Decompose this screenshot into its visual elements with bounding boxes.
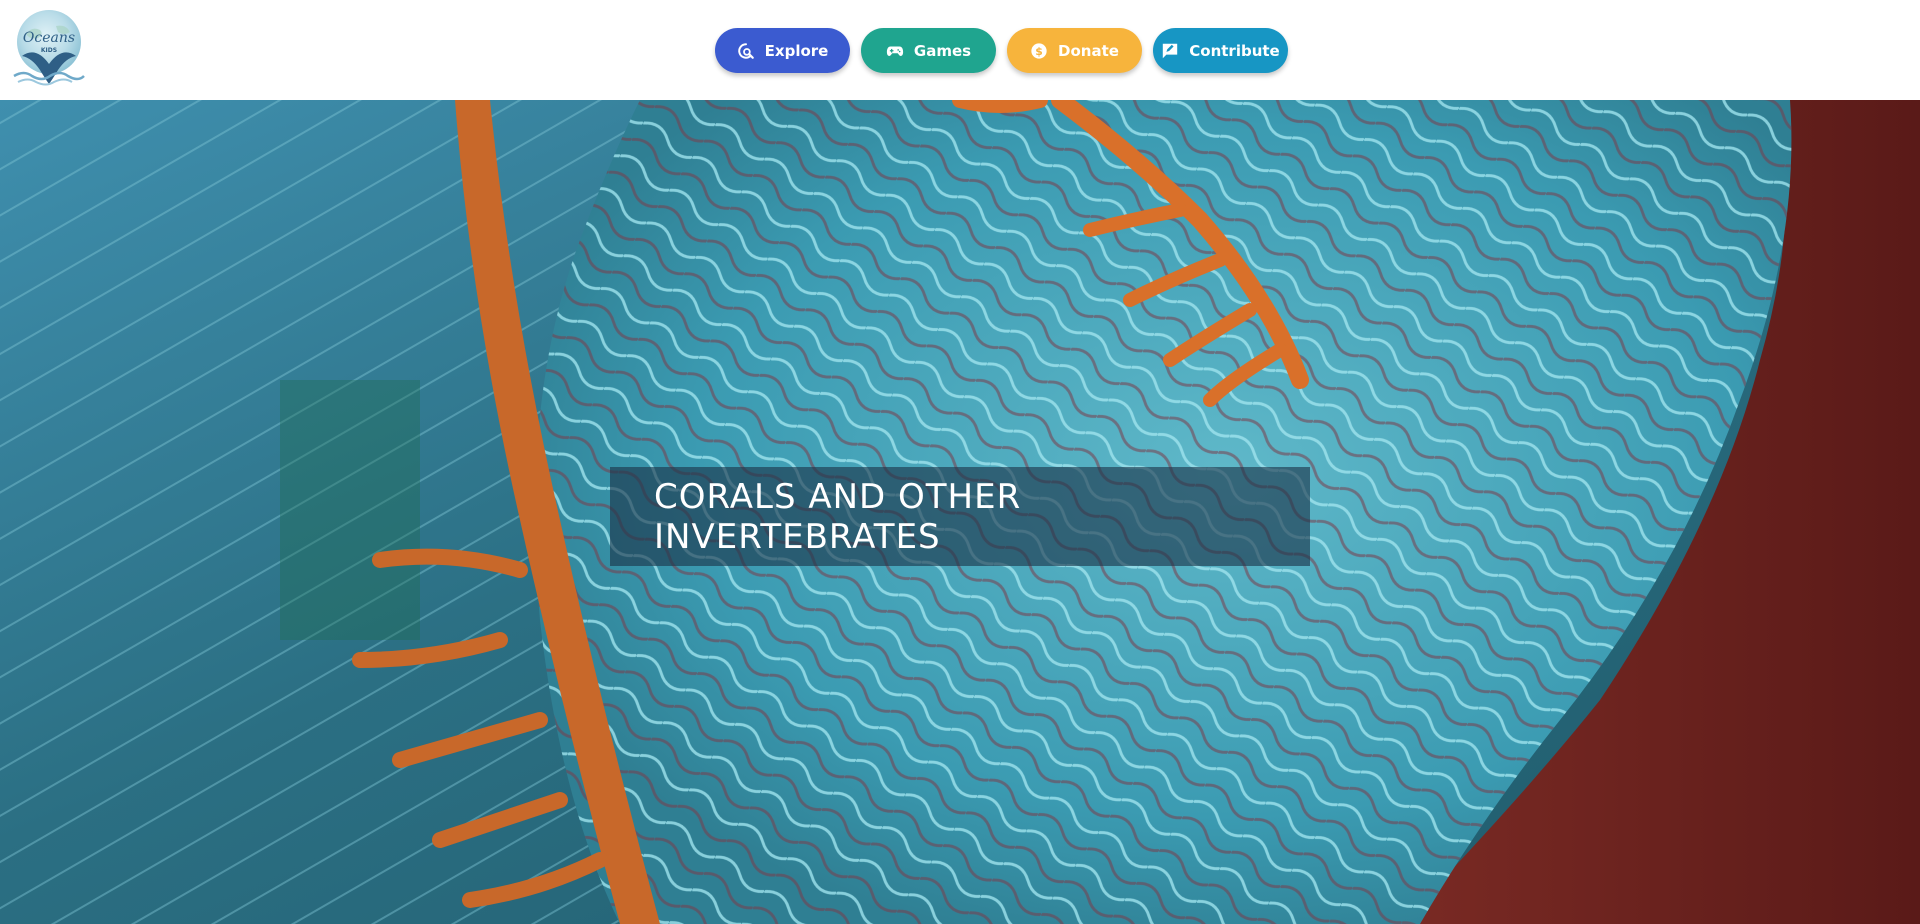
site-header: Oceans KIDS Explore Games $ Donate Contr… xyxy=(0,0,1920,100)
site-logo[interactable]: Oceans KIDS xyxy=(8,6,90,88)
contribute-button[interactable]: Contribute xyxy=(1153,28,1288,73)
explore-search-icon xyxy=(737,42,754,59)
logo-brand-sub: KIDS xyxy=(41,47,57,54)
dollar-coin-icon: $ xyxy=(1031,42,1047,59)
games-button[interactable]: Games xyxy=(861,28,996,73)
contribute-button-label: Contribute xyxy=(1189,41,1280,60)
donate-button-label: Donate xyxy=(1058,41,1119,60)
games-button-label: Games xyxy=(913,41,972,60)
hero-title-box: CORALS AND OTHER INVERTEBRATES xyxy=(610,467,1310,566)
main-nav: Explore Games $ Donate Contribute xyxy=(715,28,1288,73)
donate-button[interactable]: $ Donate xyxy=(1007,28,1142,73)
hero-banner: CORALS AND OTHER INVERTEBRATES xyxy=(0,100,1920,924)
svg-text:$: $ xyxy=(1035,45,1043,58)
hero-title: CORALS AND OTHER INVERTEBRATES xyxy=(654,476,1022,557)
gamepad-icon xyxy=(886,46,904,56)
explore-button-label: Explore xyxy=(764,41,829,60)
chat-edit-icon xyxy=(1163,43,1178,58)
explore-button[interactable]: Explore xyxy=(715,28,850,73)
logo-brand-name: Oceans xyxy=(23,30,75,46)
whale-tail-globe-logo-icon: Oceans KIDS xyxy=(13,10,85,86)
